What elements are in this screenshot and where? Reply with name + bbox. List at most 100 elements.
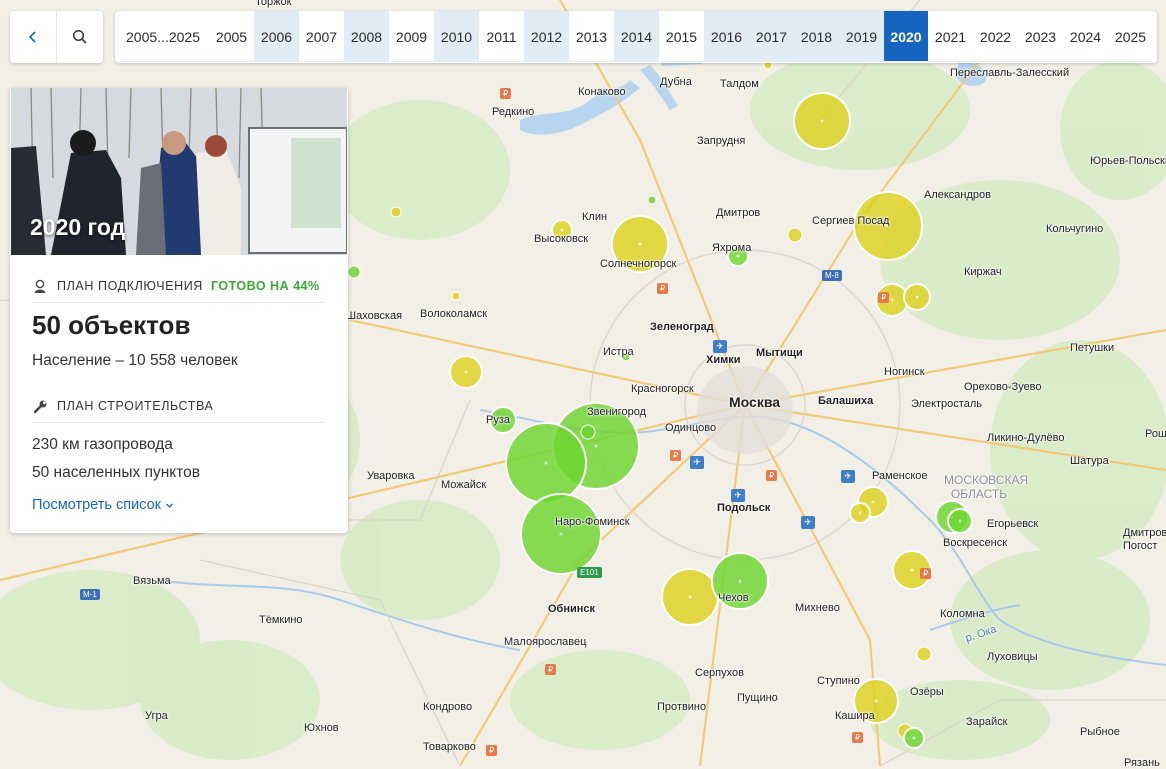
gas-station-icon: ₽ — [920, 568, 931, 579]
objects-count: 50 объектов — [32, 310, 191, 340]
year-tab-2020[interactable]: 2020 — [884, 11, 928, 62]
year-tab-2010[interactable]: 2010 — [434, 11, 479, 62]
year-tab-2014[interactable]: 2014 — [614, 11, 659, 62]
year-tab-2013[interactable]: 2013 — [569, 11, 614, 62]
city-label: Юрьев-Польский — [1090, 155, 1166, 167]
city-label: Конаково — [578, 86, 626, 98]
city-label: Озёры — [910, 686, 944, 698]
city-label: Руза — [486, 414, 510, 426]
year-tab-2006[interactable]: 2006 — [254, 11, 299, 62]
gas-marker[interactable] — [347, 265, 361, 279]
gas-marker-center — [638, 242, 642, 246]
gas-marker-center — [910, 568, 914, 572]
city-label: Обнинск — [548, 603, 596, 615]
view-list-label: Посмотреть список — [32, 497, 161, 513]
city-label: Александров — [924, 189, 991, 201]
years-timeline: 2005...2025 2005 2006 2007 2008 2009 2010 2011 2… — [115, 11, 1157, 63]
gas-marker[interactable] — [451, 291, 461, 301]
year-tab-2023[interactable]: 2023 — [1018, 11, 1063, 62]
view-list-link[interactable]: Посмотреть список — [32, 497, 174, 513]
city-label: Москва — [729, 394, 781, 410]
gas-marker-center — [594, 444, 598, 448]
gas-marker[interactable] — [916, 646, 932, 662]
pipeline-length: 230 км газопровода — [32, 436, 173, 453]
city-label: Истра — [603, 346, 634, 358]
city-label: Наро-Фоминск — [555, 516, 630, 528]
city-label: Угра — [145, 710, 168, 722]
gas-marker-center — [544, 461, 548, 465]
year-tab-2008[interactable]: 2008 — [344, 11, 389, 62]
city-label: Шаховская — [346, 310, 403, 322]
year-tab-2007[interactable]: 2007 — [299, 11, 344, 62]
city-label: Юхнов — [304, 722, 339, 734]
year-tab-2022[interactable]: 2022 — [973, 11, 1018, 62]
back-button[interactable] — [10, 11, 56, 63]
year-tab-2011[interactable]: 2011 — [479, 11, 524, 62]
chevron-left-icon — [28, 31, 36, 43]
info-card: 2020 год ПЛАН ПОДКЛЮЧЕНИЯ ГОТОВО НА 44% … — [10, 88, 348, 533]
city-label: Редкино — [492, 106, 535, 118]
city-label: Звенигород — [587, 406, 647, 418]
construction-heading: ПЛАН СТРОИТЕЛЬСТВА — [32, 398, 213, 414]
city-label: Малоярославец — [504, 636, 587, 648]
airport-icon: ✈ — [731, 489, 745, 502]
city-label: Рязань — [1124, 757, 1160, 769]
gas-marker-center — [915, 295, 919, 299]
city-label: Чехов — [718, 592, 749, 604]
road-sign: M-1 — [80, 589, 100, 600]
year-tab-2012[interactable]: 2012 — [524, 11, 569, 62]
year-tab-2009[interactable]: 2009 — [389, 11, 434, 62]
gas-marker[interactable] — [647, 195, 657, 205]
city-label: Михнево — [795, 602, 840, 614]
year-tab-2019[interactable]: 2019 — [839, 11, 884, 62]
population-text: Население – 10 558 человек — [32, 352, 238, 369]
city-label: Зеленоград — [650, 321, 714, 333]
year-tab-2017[interactable]: 2017 — [749, 11, 794, 62]
gas-marker[interactable] — [390, 206, 402, 218]
search-button[interactable] — [56, 11, 103, 63]
gas-marker-center — [958, 519, 962, 523]
year-tab-2018[interactable]: 2018 — [794, 11, 839, 62]
airport-icon: ✈ — [713, 340, 727, 353]
photo-caption: 2020 год — [30, 214, 126, 240]
city-label: Волоколамск — [420, 308, 488, 320]
city-label: Химки — [706, 354, 741, 366]
road-sign: E101 — [577, 567, 602, 578]
city-label: Мытищи — [756, 347, 803, 359]
city-label: Серпухов — [695, 667, 744, 679]
city-label: Ликино-Дулёво — [987, 432, 1065, 444]
city-label: Торжок — [255, 0, 292, 8]
city-label: Дмитров Погост — [1123, 527, 1166, 552]
city-label: Сергиев Посад — [812, 215, 890, 227]
year-tab-2021[interactable]: 2021 — [928, 11, 973, 62]
gas-marker-center — [559, 532, 563, 536]
gas-station-icon: ₽ — [852, 732, 863, 743]
year-tab-2024[interactable]: 2024 — [1063, 11, 1108, 62]
city-label: Раменское — [872, 470, 928, 482]
plan-connection-heading: ПЛАН ПОДКЛЮЧЕНИЯ ГОТОВО НА 44% — [32, 278, 320, 294]
city-label: Дмитров — [716, 207, 761, 219]
year-tab-2016[interactable]: 2016 — [704, 11, 749, 62]
year-tab-20052025[interactable]: 2005...2025 — [115, 11, 209, 62]
gas-station-icon: ₽ — [878, 292, 889, 303]
plan-connection-label: ПЛАН ПОДКЛЮЧЕНИЯ — [57, 279, 203, 293]
city-label: Протвино — [657, 701, 707, 713]
gas-marker[interactable] — [787, 227, 803, 243]
city-label: Пущино — [737, 692, 778, 704]
airport-icon: ✈ — [690, 456, 704, 469]
gas-marker[interactable] — [580, 424, 596, 440]
year-tab-2025[interactable]: 2025 — [1108, 11, 1153, 62]
year-tab-2005[interactable]: 2005 — [209, 11, 254, 62]
city-label: Клин — [582, 211, 608, 223]
city-label: Кольчугино — [1046, 223, 1104, 235]
city-label: Яхрома — [712, 242, 752, 254]
gas-marker-center — [874, 699, 878, 703]
city-label: Кондрово — [423, 701, 473, 713]
search-icon — [72, 29, 87, 44]
year-tab-2015[interactable]: 2015 — [659, 11, 704, 62]
city-label: Дубна — [660, 76, 692, 88]
city-label: Вязьма — [133, 575, 171, 587]
city-label: Егорьевск — [987, 518, 1039, 530]
gas-station-icon: ₽ — [766, 470, 777, 481]
city-label: Петушки — [1070, 342, 1115, 354]
